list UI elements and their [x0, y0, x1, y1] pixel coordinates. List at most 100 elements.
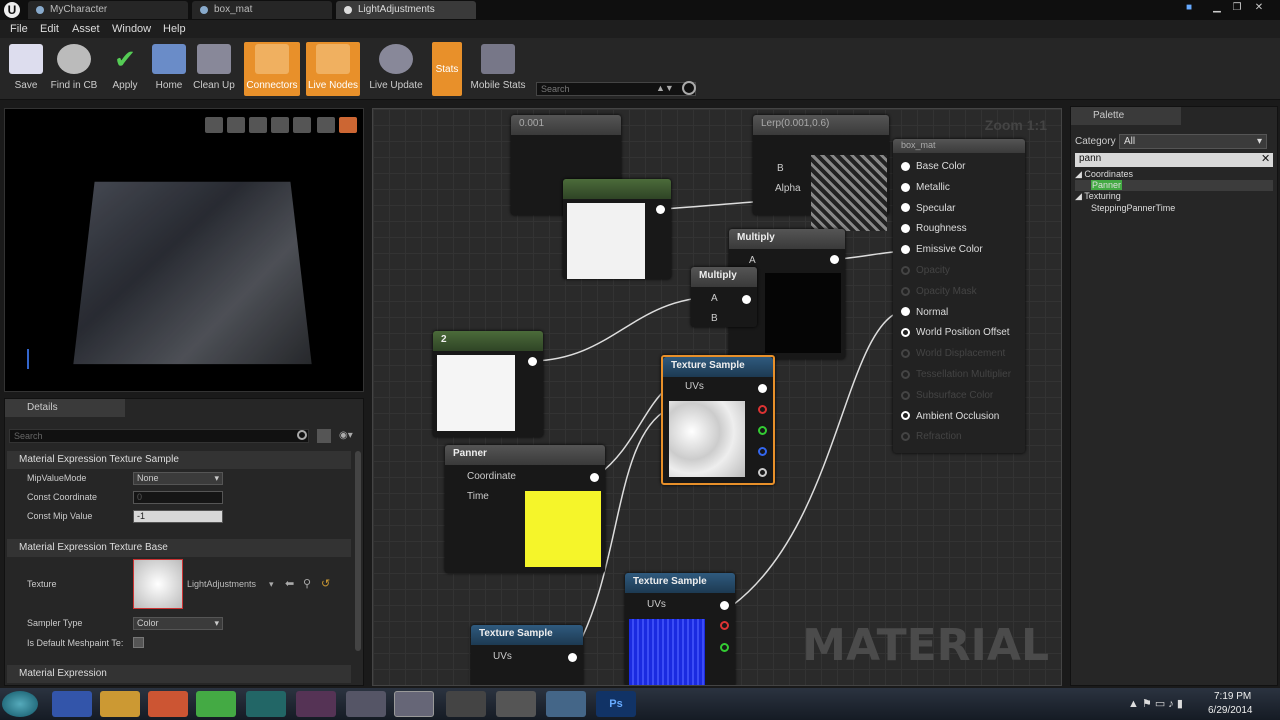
apply-button[interactable]: ✔ Apply — [106, 42, 144, 96]
internet-explorer-icon[interactable] — [52, 691, 92, 717]
output-pin-row[interactable]: Opacity Mask — [901, 286, 977, 300]
media-player-icon[interactable] — [148, 691, 188, 717]
details-tab[interactable]: Details — [5, 399, 125, 417]
app-icon[interactable] — [446, 691, 486, 717]
find-in-cb-button[interactable]: Find in CB — [50, 42, 98, 96]
viewport-shape-icon[interactable] — [227, 117, 245, 133]
unreal-engine-icon[interactable] — [346, 691, 386, 717]
preview-viewport[interactable] — [4, 108, 364, 392]
material-result-node[interactable]: box_mat Base Color Metallic Specular Roughn… — [893, 139, 1025, 453]
pin-dot[interactable] — [901, 390, 910, 400]
output-pin-row[interactable]: Metallic — [901, 182, 950, 196]
taskbar-date[interactable]: 6/29/2014 — [1208, 705, 1253, 716]
mip-value-mode-select[interactable]: None ▾ — [133, 472, 223, 485]
output-pin[interactable] — [742, 295, 751, 304]
live-update-button[interactable]: Live Update — [368, 42, 424, 96]
use-selected-arrow-icon[interactable]: ⬅ — [285, 577, 294, 590]
meshpaint-checkbox[interactable] — [133, 637, 144, 648]
details-search-input[interactable]: Search — [9, 429, 309, 443]
constant-node-white[interactable] — [563, 179, 671, 279]
menu-window[interactable]: Window — [112, 23, 151, 35]
pin-dot[interactable] — [901, 349, 910, 359]
sampler-type-select[interactable]: Color ▾ — [133, 617, 223, 630]
group-texturing[interactable]: ◢ Texturing — [1075, 191, 1121, 202]
file-explorer-icon[interactable] — [100, 691, 140, 717]
viewport-shape-icon[interactable] — [271, 117, 289, 133]
tab-lightadjustments[interactable]: LightAdjustments — [336, 1, 476, 19]
eye-icon[interactable]: ◉▾ — [339, 430, 353, 441]
g-output-pin[interactable] — [758, 426, 767, 435]
palette-item-steppingpannertime[interactable]: SteppingPannerTime — [1091, 203, 1175, 213]
xnview-icon[interactable] — [296, 691, 336, 717]
output-pin[interactable] — [656, 205, 665, 214]
close-button[interactable]: ✕ — [1252, 2, 1266, 14]
search-arrows-icon[interactable]: ▲▼ — [656, 83, 674, 93]
tray-icons[interactable]: ▲ ⚑ ▭ ♪ ▮ — [1128, 697, 1183, 710]
pin-dot[interactable] — [901, 307, 910, 317]
output-pin-row[interactable]: Refraction — [901, 431, 962, 445]
reset-arrow-icon[interactable]: ↺ — [321, 577, 330, 590]
pin-dot[interactable] — [901, 203, 910, 213]
pin-dot[interactable] — [901, 328, 910, 338]
feedback-icon[interactable]: ■ — [1182, 2, 1196, 14]
texture-sample-node-bottom[interactable]: Texture Sample UVs — [471, 625, 583, 685]
pin-dot[interactable] — [901, 245, 910, 255]
output-pin-row[interactable]: Base Color — [901, 161, 965, 175]
output-pin-row[interactable]: World Position Offset — [901, 327, 1010, 341]
constant-node-2[interactable]: 2 — [433, 331, 543, 437]
maximize-button[interactable]: ❐ — [1230, 2, 1244, 14]
menu-help[interactable]: Help — [163, 23, 186, 35]
b-output-pin[interactable] — [758, 447, 767, 456]
menu-asset[interactable]: Asset — [72, 23, 100, 35]
photoshop-icon[interactable]: Ps — [596, 691, 636, 717]
const-mip-value-input[interactable]: -1 — [133, 510, 223, 523]
output-pin-row[interactable]: Normal — [901, 307, 948, 321]
viewport-shape-icon[interactable] — [293, 117, 311, 133]
output-pin-row[interactable]: Tessellation Multiplier — [901, 369, 1011, 383]
palette-search-input[interactable]: pann — [1075, 153, 1273, 167]
taskbar-time[interactable]: 7:19 PM — [1214, 691, 1251, 702]
r-output-pin[interactable] — [758, 405, 767, 414]
viewport-shape-icon[interactable] — [249, 117, 267, 133]
app-icon[interactable] — [246, 691, 286, 717]
group-coordinates[interactable]: ◢ Coordinates — [1075, 169, 1133, 180]
menu-edit[interactable]: Edit — [40, 23, 59, 35]
texture-sample-node-selected[interactable]: Texture Sample UVs — [661, 355, 775, 485]
viewport-shape-icon[interactable] — [317, 117, 335, 133]
output-pin-row[interactable]: Specular — [901, 203, 955, 217]
start-button-icon[interactable] — [2, 691, 38, 717]
pin-dot[interactable] — [901, 224, 910, 234]
stats-button[interactable]: Stats — [432, 42, 462, 96]
pin-dot[interactable] — [901, 161, 910, 171]
pin-dot[interactable] — [901, 411, 910, 421]
chevron-down-icon[interactable]: ▾ — [269, 579, 274, 590]
connectors-button[interactable]: Connectors — [244, 42, 300, 96]
rgb-output-pin[interactable] — [568, 653, 577, 662]
palette-item-panner[interactable]: Panner — [1091, 180, 1123, 190]
texture-asset-name[interactable]: LightAdjustments — [187, 579, 256, 589]
multiply-node-2[interactable]: Multiply A B — [691, 267, 757, 327]
r-output-pin[interactable] — [720, 621, 729, 630]
a-output-pin[interactable] — [758, 468, 767, 477]
lerp-node[interactable]: Lerp(0.001,0.6) B Alpha — [753, 115, 889, 231]
category-select[interactable]: All ▾ — [1119, 134, 1267, 149]
texture-sample-node-blue[interactable]: Texture Sample UVs — [625, 573, 735, 685]
output-pin[interactable] — [528, 357, 537, 366]
palette-tab[interactable]: Palette — [1071, 107, 1181, 125]
unreal-editor-icon[interactable] — [394, 691, 434, 717]
app-icon[interactable] — [546, 691, 586, 717]
rgb-output-pin[interactable] — [758, 384, 767, 393]
output-pin-row[interactable]: Roughness — [901, 223, 967, 237]
menu-file[interactable]: File — [10, 23, 28, 35]
output-pin-row[interactable]: Subsurface Color — [901, 390, 993, 404]
live-nodes-button[interactable]: Live Nodes — [306, 42, 360, 96]
section-material-expression[interactable]: Material Expression — [7, 665, 351, 683]
view-options-icon[interactable] — [317, 429, 331, 443]
tab-mycharacter[interactable]: MyCharacter — [28, 1, 188, 19]
browse-icon[interactable]: ⚲ — [303, 577, 311, 590]
panner-node[interactable]: Panner Coordinate Time — [445, 445, 605, 573]
details-scrollbar[interactable] — [355, 451, 361, 651]
search-icon[interactable] — [297, 430, 307, 440]
save-button[interactable]: Save — [6, 42, 46, 96]
clean-up-button[interactable]: Clean Up — [192, 42, 236, 96]
